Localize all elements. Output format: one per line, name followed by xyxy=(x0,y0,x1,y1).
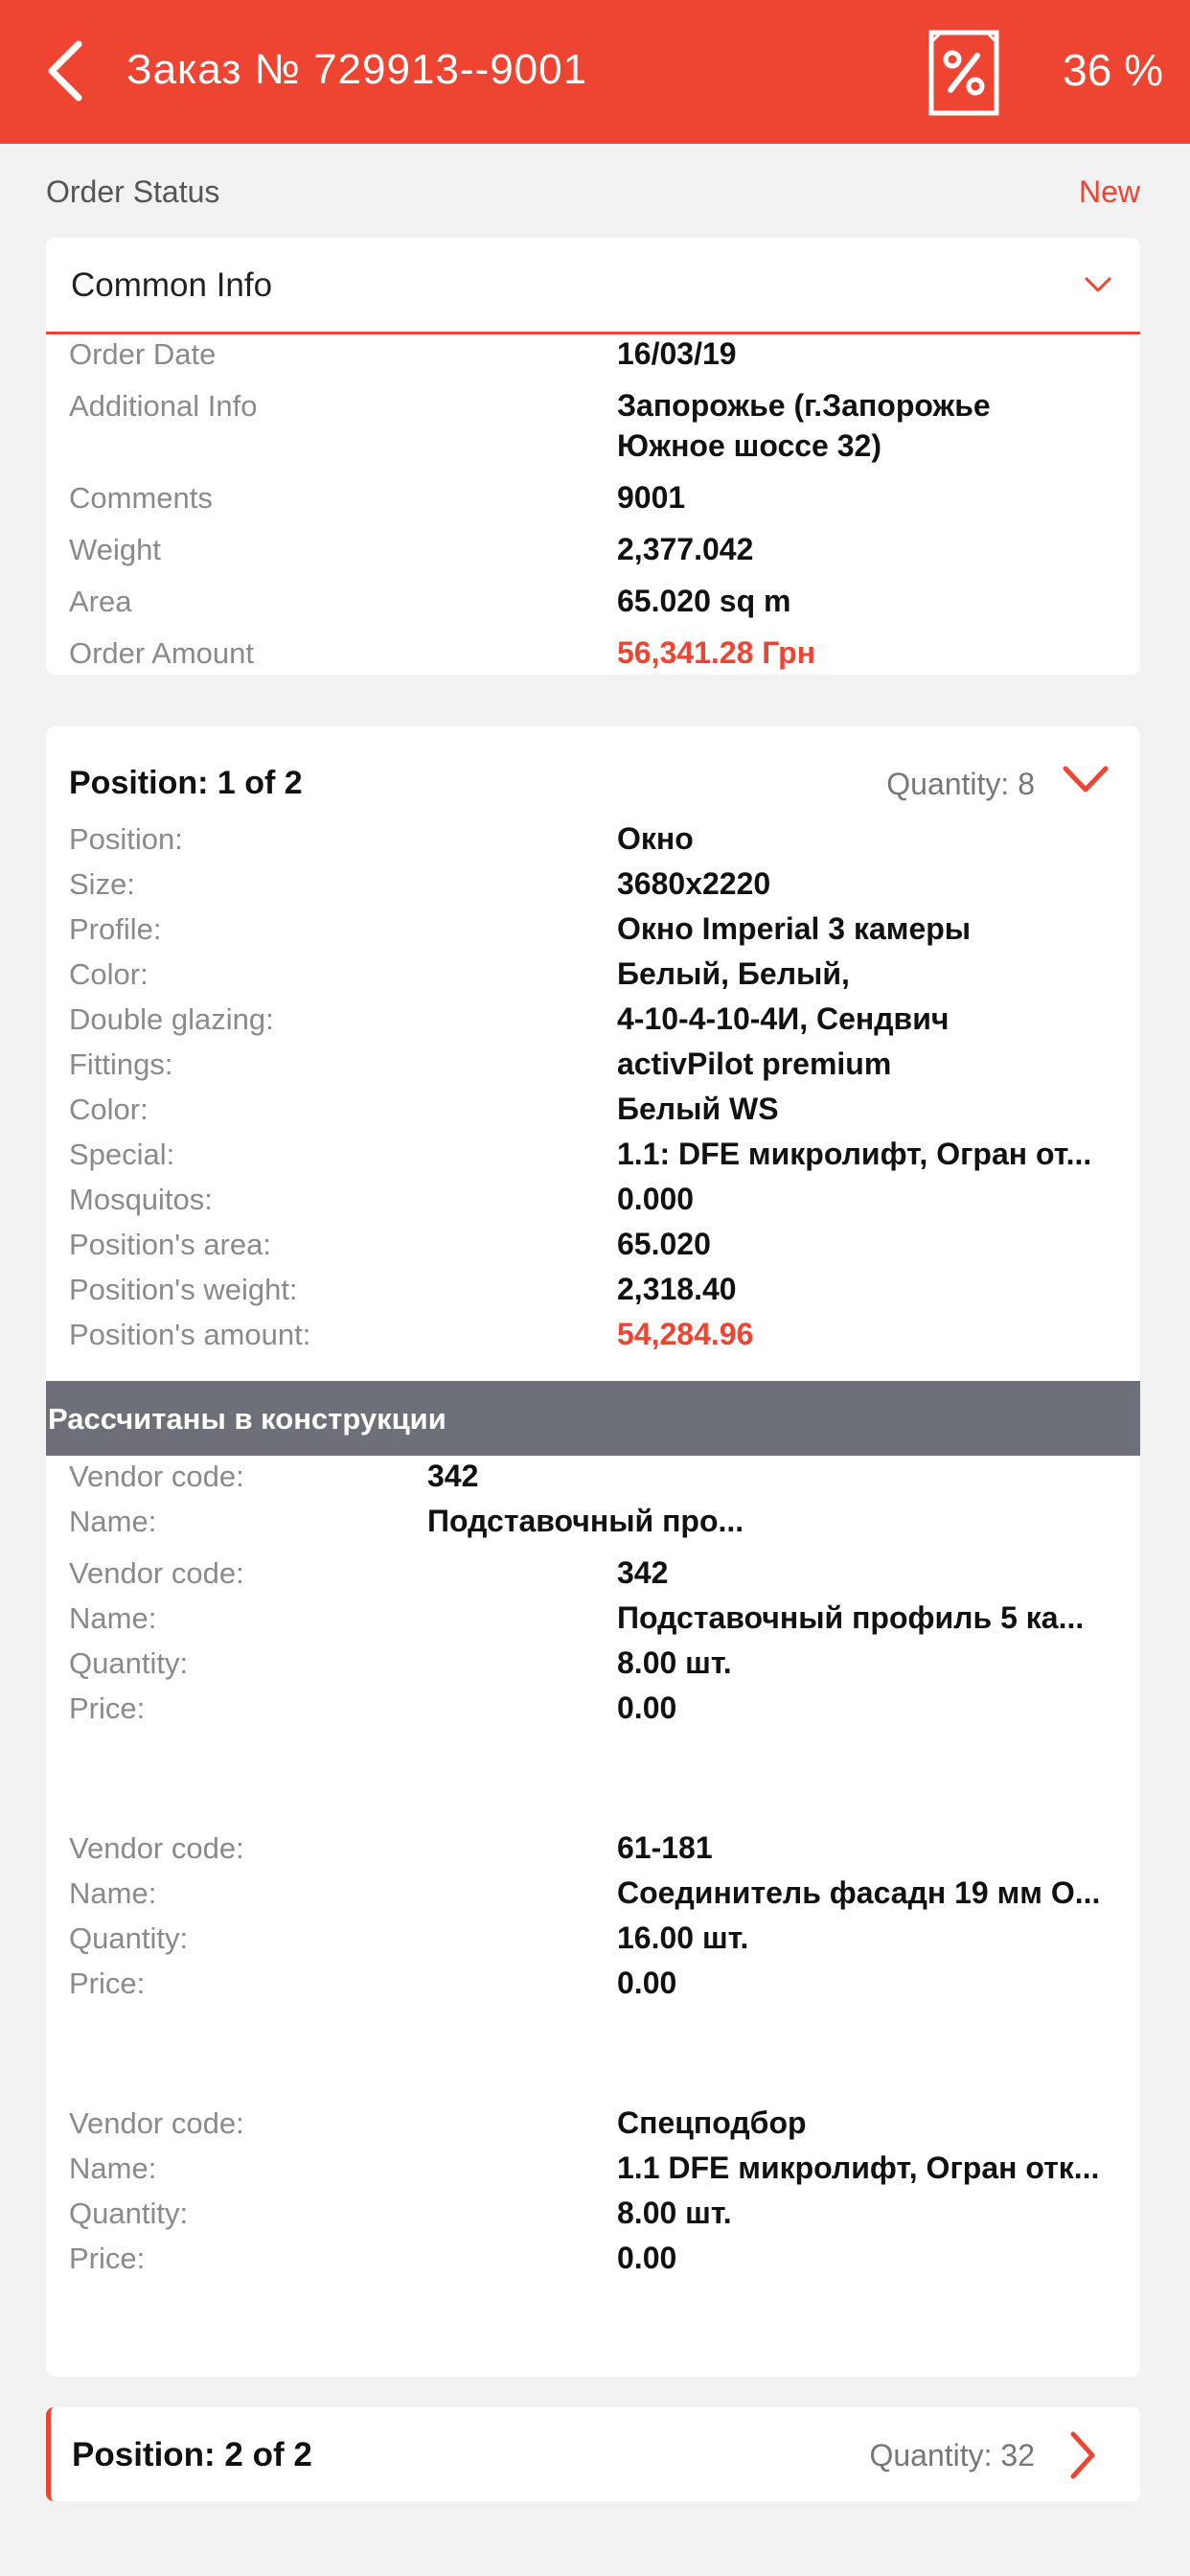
position-2-title: Position: 2 of 2 xyxy=(72,2436,312,2473)
position-card: Position: 1 of 2 Quantity: 8 Position: О… xyxy=(46,726,1140,2377)
detail-value: 1.1: DFE микролифт, Огран от... xyxy=(617,1137,1092,1171)
position-2-quantity: Quantity: 32 xyxy=(869,2438,1035,2472)
detail-value: 3680x2220 xyxy=(617,866,771,901)
detail-label: Position: xyxy=(69,822,183,856)
detail-label: Profile: xyxy=(69,912,162,946)
vendor-value: 342 xyxy=(617,1555,669,1590)
info-value: Запорожье (г.Запорожье xyxy=(617,388,991,423)
name-value: Подставочный про... xyxy=(427,1504,744,1538)
info-label: Order Amount xyxy=(69,636,254,670)
discount-percent: 36 % xyxy=(1063,45,1163,95)
percent-receipt-icon[interactable] xyxy=(927,29,1000,117)
common-info-title: Common Info xyxy=(71,266,273,304)
info-value: 2,377.042 xyxy=(617,532,754,566)
detail-label: Fittings: xyxy=(69,1047,173,1081)
name-label: Name: xyxy=(69,1876,157,1910)
position-amount-value: 54,284.96 xyxy=(617,1317,754,1351)
chevron-right-icon[interactable] xyxy=(1064,2428,1100,2482)
quantity-label: Quantity: xyxy=(69,2196,189,2230)
position-title: Position: 1 of 2 xyxy=(69,765,303,801)
detail-value: 0.000 xyxy=(617,1182,695,1216)
name-label: Name: xyxy=(69,1505,157,1538)
detail-label: Position's area: xyxy=(69,1228,271,1261)
detail-label: Special: xyxy=(69,1138,175,1171)
name-value: Подставочный профиль 5 ка... xyxy=(617,1600,1085,1635)
price-value: 0.00 xyxy=(617,1690,677,1725)
price-value: 0.00 xyxy=(617,2241,677,2275)
info-label: Area xyxy=(69,585,132,618)
chevron-down-icon[interactable] xyxy=(1081,270,1115,299)
quantity-label: Quantity: xyxy=(69,1646,189,1680)
top-bar: Заказ № 729913--9001 36 % xyxy=(0,0,1190,144)
name-label: Name: xyxy=(69,2151,157,2185)
position-2-card[interactable]: Position: 2 of 2 Quantity: 32 xyxy=(46,2407,1140,2501)
position-quantity: Quantity: 8 xyxy=(886,767,1035,801)
detail-value: Белый WS xyxy=(617,1092,779,1126)
chevron-left-icon[interactable] xyxy=(38,36,96,105)
info-label: Order Date xyxy=(69,337,217,371)
detail-value: activPilot premium xyxy=(617,1046,892,1081)
page-title: Заказ № 729913--9001 xyxy=(126,46,588,93)
vendor-label: Vendor code: xyxy=(69,1831,244,1865)
quantity-value: 8.00 шт. xyxy=(617,1645,732,1680)
info-label: Weight xyxy=(69,533,161,566)
common-info-header[interactable]: Common Info xyxy=(46,238,1140,334)
name-value: Соединитель фасадн 19 мм О... xyxy=(617,1875,1101,1910)
info-value: 16/03/19 xyxy=(617,336,737,371)
detail-label: Mosquitos: xyxy=(69,1183,213,1216)
quantity-value: 8.00 шт. xyxy=(617,2196,732,2230)
name-label: Name: xyxy=(69,1601,157,1635)
info-value: 65.020 sq m xyxy=(617,584,791,618)
quantity-value: 16.00 шт. xyxy=(617,1920,749,1955)
vendor-label: Vendor code: xyxy=(69,1556,244,1590)
detail-label: Size: xyxy=(69,867,135,901)
detail-value: Окно xyxy=(617,821,694,856)
section-title: Рассчитаны в конструкции xyxy=(48,1402,446,1436)
vendor-value: 61-181 xyxy=(617,1830,713,1865)
section-header: Рассчитаны в конструкции xyxy=(46,1381,1140,1456)
detail-value: Белый, Белый, xyxy=(617,956,850,991)
vendor-value: 342 xyxy=(427,1459,479,1493)
vendor-label: Vendor code: xyxy=(69,1460,244,1493)
info-label: Comments xyxy=(69,481,213,515)
price-label: Price: xyxy=(69,2242,146,2275)
chevron-down-icon[interactable] xyxy=(1060,755,1111,803)
info-label: Additional Info xyxy=(69,389,258,423)
detail-label: Position's amount: xyxy=(69,1318,311,1351)
order-amount-value: 56,341.28 Грн xyxy=(617,635,816,670)
detail-label: Position's weight: xyxy=(69,1273,298,1306)
price-value: 0.00 xyxy=(617,1966,677,2000)
name-value: 1.1 DFE микролифт, Огран отк... xyxy=(617,2150,1100,2185)
detail-value: 2,318.40 xyxy=(617,1272,737,1306)
price-label: Price: xyxy=(69,1966,146,2000)
info-value: 9001 xyxy=(617,480,686,515)
detail-value: 4-10-4-10-4И, Сендвич xyxy=(617,1001,950,1036)
vendor-label: Vendor code: xyxy=(69,2106,244,2140)
order-status-label: Order Status xyxy=(46,174,220,209)
detail-label: Double glazing: xyxy=(69,1002,274,1036)
detail-value: 65.020 xyxy=(617,1227,711,1261)
common-info-card: Common Info Order Date 16/03/19 Addition… xyxy=(46,238,1140,675)
price-label: Price: xyxy=(69,1691,146,1725)
detail-value: Окно Imperial 3 камеры xyxy=(617,911,972,946)
detail-label: Color: xyxy=(69,957,149,991)
order-status-value: New xyxy=(1078,174,1140,209)
info-value-line2: Южное шоссе 32) xyxy=(617,428,881,463)
detail-label: Color: xyxy=(69,1092,149,1126)
quantity-label: Quantity: xyxy=(69,1921,189,1955)
vendor-value: Спецподбор xyxy=(617,2105,807,2140)
